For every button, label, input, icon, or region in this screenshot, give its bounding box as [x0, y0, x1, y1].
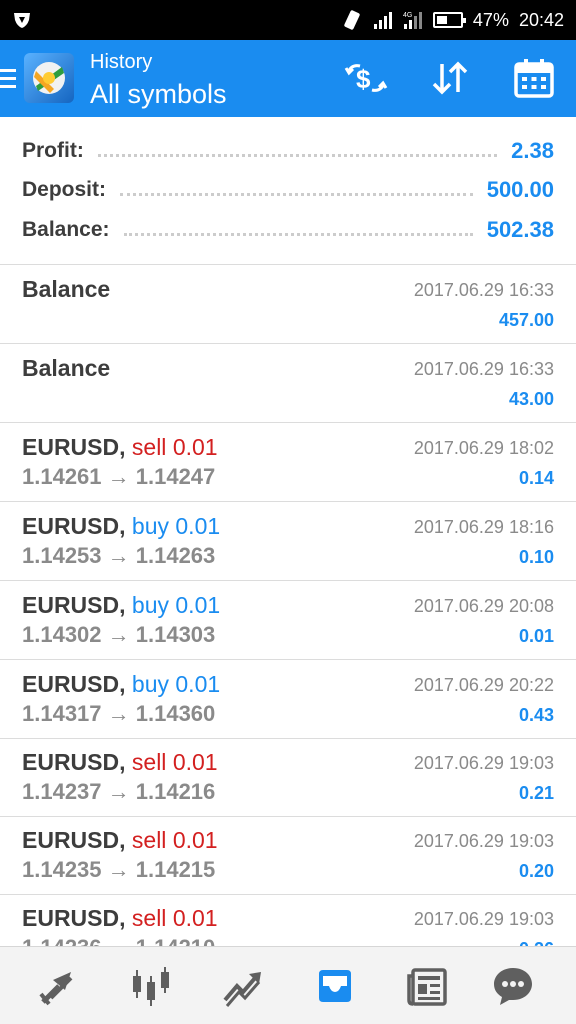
account-summary: Profit: 2.38 Deposit: 500.00 Balance: 50… [0, 117, 576, 265]
history-entry[interactable]: EURUSD, sell 0.01 1.14261 → 1.14247 2017… [0, 424, 576, 502]
entry-volume: 0.01 [175, 671, 221, 697]
entry-volume: 0.01 [172, 749, 218, 775]
calendar-icon[interactable] [512, 58, 556, 98]
entry-type: buy [131, 592, 169, 618]
entry-amount: 43.00 [508, 389, 554, 409]
entry-amount: 0.21 [518, 783, 554, 803]
summary-row-deposit: Deposit: 500.00 [22, 170, 554, 210]
entry-amount: 0.14 [518, 468, 554, 488]
chart-icon[interactable] [126, 961, 176, 1011]
signal-2-icon: 4G [403, 12, 422, 29]
dotted-leader [120, 192, 473, 196]
signal-icon [373, 12, 392, 29]
entry-date: 2017.06.29 19:03 [413, 753, 554, 773]
app-title[interactable]: All symbols [90, 76, 227, 112]
menu-icon[interactable] [0, 69, 16, 89]
entry-volume: 0.01 [175, 592, 221, 618]
history-icon[interactable] [310, 961, 360, 1011]
sort-icon[interactable] [428, 58, 472, 98]
svg-text:$: $ [356, 64, 371, 94]
dotted-leader [97, 153, 498, 157]
entry-symbol: EURUSD, [22, 592, 126, 618]
quotes-icon[interactable] [34, 961, 84, 1011]
entry-date: 2017.06.29 18:02 [413, 438, 554, 458]
entry-symbol: Balance [22, 355, 111, 381]
entry-amount: 0.01 [518, 626, 554, 646]
entry-volume: 0.01 [172, 827, 218, 853]
entry-prices: 1.14237 → 1.14216 [22, 779, 216, 804]
history-entry[interactable]: Balance 2017.06.29 16:33 43.00 [0, 345, 576, 423]
entry-symbol: EURUSD, [22, 905, 126, 931]
entry-type: sell [131, 905, 167, 931]
history-entry[interactable]: EURUSD, sell 0.01 1.14237 → 1.14216 2017… [0, 739, 576, 817]
clock: 20:42 [518, 9, 564, 30]
entry-date: 2017.06.29 19:03 [413, 909, 554, 929]
bottom-navigation [0, 946, 576, 1024]
entry-prices: 1.14317 → 1.14360 [22, 701, 216, 726]
history-entry[interactable]: EURUSD, buy 0.01 1.14253 → 1.14263 2017.… [0, 503, 576, 581]
entry-date: 2017.06.29 16:33 [413, 359, 554, 379]
entry-type: buy [131, 671, 169, 697]
entry-amount: 0.10 [518, 547, 554, 567]
entry-amount: 0.20 [518, 861, 554, 881]
vibrate-icon [344, 10, 360, 30]
battery-icon [432, 12, 466, 28]
summary-label: Profit: [22, 139, 84, 162]
summary-value: 500.00 [486, 177, 554, 202]
summary-row-balance: Balance: 502.38 [22, 210, 554, 250]
entry-amount: 457.00 [498, 310, 554, 330]
entry-type: sell [131, 749, 167, 775]
history-entry[interactable]: EURUSD, buy 0.01 1.14302 → 1.14303 2017.… [0, 582, 576, 660]
entry-date: 2017.06.29 16:33 [413, 280, 554, 300]
summary-value: 502.38 [486, 217, 554, 242]
entry-symbol: EURUSD, [22, 671, 126, 697]
entry-symbol: EURUSD, [22, 827, 126, 853]
entry-date: 2017.06.29 19:03 [413, 831, 554, 851]
entry-type: buy [131, 513, 169, 539]
chat-icon[interactable] [488, 961, 538, 1011]
entry-date: 2017.06.29 20:08 [413, 596, 554, 616]
app-logo-icon[interactable] [24, 53, 74, 103]
entry-volume: 0.01 [172, 434, 218, 460]
battery-percent: 47% [472, 9, 509, 30]
history-entry[interactable]: Balance 2017.06.29 16:33 457.00 [0, 266, 576, 344]
news-icon[interactable] [402, 961, 452, 1011]
entry-amount: 0.43 [518, 705, 554, 725]
status-bar: 4G 47% 20:42 [0, 0, 576, 40]
entry-type: sell [131, 827, 167, 853]
entry-volume: 0.01 [172, 905, 218, 931]
entry-prices: 1.14302 → 1.14303 [22, 622, 216, 647]
entry-symbol: EURUSD, [22, 513, 126, 539]
summary-row-profit: Profit: 2.38 [22, 131, 554, 171]
app-subtitle: History [90, 51, 153, 73]
entry-volume: 0.01 [175, 513, 221, 539]
entry-symbol: Balance [22, 276, 111, 302]
dotted-leader [123, 232, 473, 236]
entry-type: sell [131, 434, 167, 460]
entry-prices: 1.14253 → 1.14263 [22, 543, 216, 568]
app-bar: History All symbols $ [0, 40, 576, 117]
currency-exchange-icon[interactable]: $ [344, 58, 388, 98]
entry-date: 2017.06.29 18:16 [413, 517, 554, 537]
history-entry[interactable]: EURUSD, sell 0.01 1.14235 → 1.14215 2017… [0, 817, 576, 895]
entry-prices: 1.14261 → 1.14247 [22, 464, 216, 489]
svg-text:4G: 4G [403, 12, 412, 19]
shield-icon [14, 13, 30, 28]
entry-symbol: EURUSD, [22, 434, 126, 460]
summary-label: Balance: [22, 218, 110, 241]
entry-date: 2017.06.29 20:22 [413, 675, 554, 695]
history-entry[interactable]: EURUSD, buy 0.01 1.14317 → 1.14360 2017.… [0, 661, 576, 739]
summary-value: 2.38 [511, 138, 554, 163]
entry-symbol: EURUSD, [22, 749, 126, 775]
trade-icon[interactable] [218, 961, 268, 1011]
summary-label: Deposit: [22, 178, 106, 201]
entry-prices: 1.14235 → 1.14215 [22, 857, 216, 882]
